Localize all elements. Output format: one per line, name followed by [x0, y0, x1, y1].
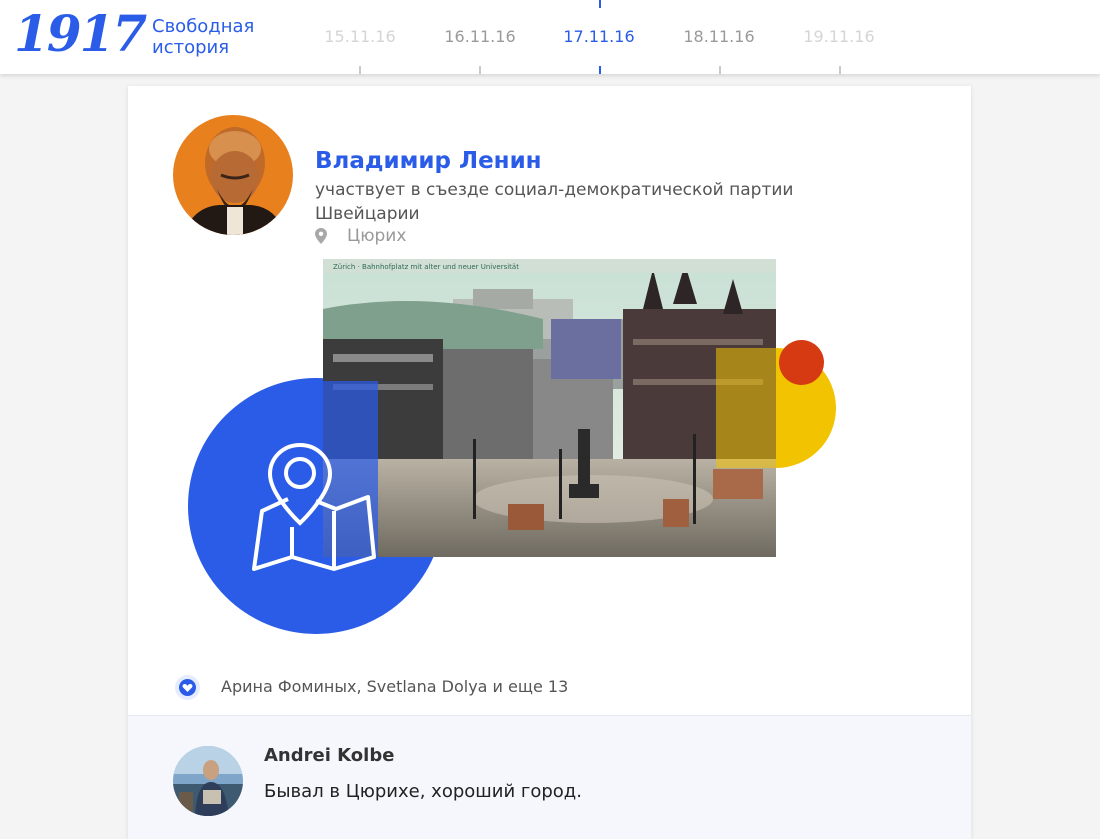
comment-author-name[interactable]: Andrei Kolbe [264, 745, 394, 766]
like-button[interactable] [175, 675, 200, 700]
post-card: Владимир Ленин участвует в съезде социал… [128, 86, 971, 839]
timeline-date-2[interactable]: 16.11.16 [430, 27, 530, 46]
timeline-tick [479, 66, 481, 74]
timeline-tick [719, 66, 721, 74]
likes-summary[interactable]: Арина Фоминых, Svetlana Dolya и еще 13 [221, 677, 568, 696]
zurich-postcard-image: Zürich · Bahnhofplatz mit alter und neue… [323, 259, 776, 557]
map-icon [250, 441, 380, 575]
timeline-date-5[interactable]: 19.11.16 [789, 27, 889, 46]
decor-red-circle [779, 340, 824, 385]
timeline-date-active[interactable]: 17.11.16 [549, 27, 649, 46]
timeline-date-1[interactable]: 15.11.16 [310, 27, 410, 46]
user-photo-icon [173, 746, 243, 816]
post-event-text: участвует в съезде социал-демократическо… [315, 180, 794, 224]
post-author-name[interactable]: Владимир Ленин [315, 148, 542, 174]
location-pin-icon [315, 228, 327, 248]
heart-icon [179, 679, 196, 696]
photo-caption: Zürich · Bahnhofplatz mit alter und neue… [333, 263, 519, 271]
comment-author-avatar[interactable] [173, 746, 243, 816]
timeline-tick-active [599, 66, 601, 74]
post-photo[interactable]: Zürich · Bahnhofplatz mit alter und neue… [323, 259, 776, 557]
timeline-active-marker-top [599, 0, 601, 8]
date-timeline: 15.11.16 16.11.16 17.11.16 18.11.16 19.1… [0, 0, 1100, 74]
timeline-tick [839, 66, 841, 74]
comment-item: Andrei Kolbe Бывал в Цюрихе, хороший гор… [128, 715, 971, 839]
comment-text: Бывал в Цюрихе, хороший город. [264, 781, 582, 802]
author-avatar[interactable] [173, 115, 293, 235]
author-portrait-icon [173, 115, 293, 235]
site-header: 1917 Свободная история 15.11.16 16.11.16… [0, 0, 1100, 74]
timeline-date-4[interactable]: 18.11.16 [669, 27, 769, 46]
post-location[interactable]: Цюрих [347, 226, 406, 246]
timeline-tick [359, 66, 361, 74]
